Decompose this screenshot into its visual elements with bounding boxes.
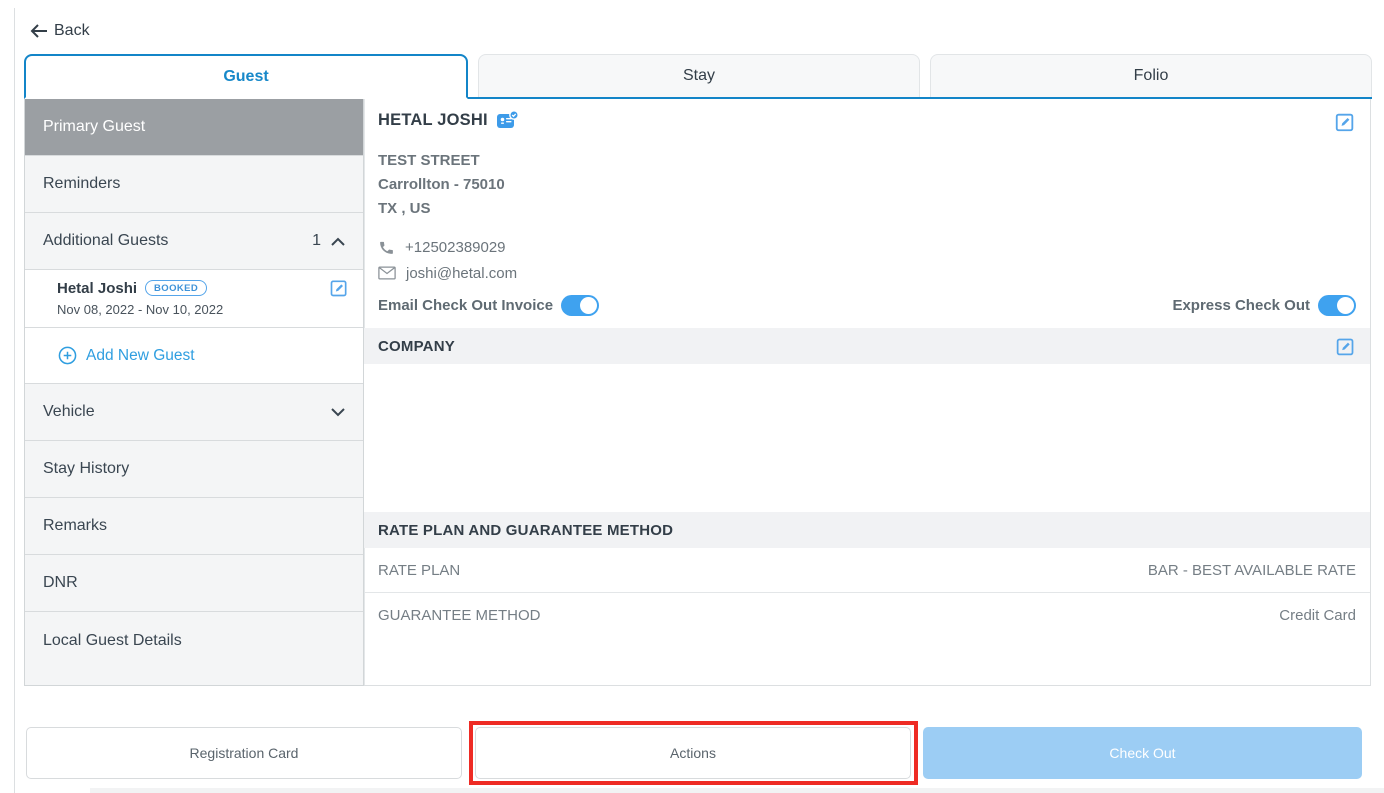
- sidebar-item-label: Local Guest Details: [43, 632, 182, 650]
- registration-card-button[interactable]: Registration Card: [26, 727, 462, 779]
- mail-icon: [378, 266, 396, 280]
- back-button[interactable]: Back: [30, 22, 90, 40]
- back-label: Back: [54, 22, 90, 40]
- email-checkout-invoice-toggle[interactable]: [561, 295, 599, 316]
- tab-guest[interactable]: Guest: [24, 54, 468, 99]
- address-line-2: Carrollton - 75010: [378, 173, 1356, 197]
- guest-profile-card-icon[interactable]: [496, 110, 520, 135]
- company-section-header: COMPANY: [364, 328, 1370, 364]
- back-arrow-icon: [30, 23, 48, 39]
- guest-phone: +12502389029: [405, 239, 506, 256]
- sidebar: Primary Guest Reminders Additional Guest…: [24, 99, 364, 686]
- sidebar-item-reminders[interactable]: Reminders: [25, 156, 363, 213]
- chevron-down-icon: [331, 408, 345, 417]
- guest-contact: +12502389029 joshi@hetal.com: [378, 234, 1356, 286]
- sidebar-item-remarks[interactable]: Remarks: [25, 498, 363, 555]
- edit-company-icon[interactable]: [1335, 336, 1356, 357]
- guarantee-method-label: GUARANTEE METHOD: [378, 607, 541, 624]
- stay-dates: Nov 08, 2022 - Nov 10, 2022: [57, 302, 349, 317]
- sidebar-item-label: Primary Guest: [43, 118, 145, 136]
- rate-plan-value: BAR - BEST AVAILABLE RATE: [1148, 562, 1356, 579]
- guest-email: joshi@hetal.com: [406, 265, 517, 282]
- email-checkout-invoice-label: Email Check Out Invoice: [378, 297, 553, 314]
- sidebar-item-label: Vehicle: [43, 403, 95, 421]
- add-new-guest-label: Add New Guest: [86, 347, 195, 365]
- sidebar-item-dnr[interactable]: DNR: [25, 555, 363, 612]
- guest-detail-panel: HETAL JOSHI: [364, 99, 1371, 686]
- company-empty-content: [364, 364, 1370, 512]
- plus-circle-icon: [58, 346, 77, 365]
- phone-icon: [378, 239, 395, 256]
- tab-folio[interactable]: Folio: [930, 54, 1372, 97]
- status-badge: BOOKED: [145, 280, 207, 296]
- guest-address: TEST STREET Carrollton - 75010 TX , US: [378, 149, 1356, 221]
- guarantee-method-row: GUARANTEE METHOD Credit Card: [364, 593, 1370, 638]
- sidebar-item-primary-guest[interactable]: Primary Guest: [25, 99, 363, 156]
- content-area: Primary Guest Reminders Additional Guest…: [24, 99, 1371, 686]
- tab-stay[interactable]: Stay: [478, 54, 920, 97]
- footer-actions: Registration Card Actions Check Out: [26, 727, 1362, 779]
- sidebar-item-label: Stay History: [43, 460, 129, 478]
- bottom-edge-strip: [90, 788, 1384, 793]
- sidebar-item-local-guest-details[interactable]: Local Guest Details: [25, 612, 363, 669]
- express-checkout-toggle[interactable]: [1318, 295, 1356, 316]
- rate-plan-row: RATE PLAN BAR - BEST AVAILABLE RATE: [364, 548, 1370, 593]
- additional-guest-row[interactable]: Hetal Joshi BOOKED Nov 08, 2022 - Nov 10…: [25, 270, 363, 328]
- sidebar-item-vehicle[interactable]: Vehicle: [25, 384, 363, 441]
- sidebar-item-additional-guests[interactable]: Additional Guests 1: [25, 213, 363, 270]
- additional-guests-count: 1: [312, 232, 321, 250]
- company-header-label: COMPANY: [378, 338, 455, 355]
- sidebar-item-label: Reminders: [43, 175, 120, 193]
- add-new-guest-button[interactable]: Add New Guest: [25, 328, 363, 384]
- address-line-1: TEST STREET: [378, 149, 1356, 173]
- guest-details-page: Back Guest Stay Folio Primary Guest Remi…: [0, 0, 1384, 793]
- edit-guest-icon[interactable]: [329, 278, 349, 298]
- address-line-3: TX , US: [378, 197, 1356, 221]
- express-checkout-label: Express Check Out: [1172, 297, 1310, 314]
- tab-bar: Guest Stay Folio: [24, 54, 1372, 99]
- edit-primary-guest-icon[interactable]: [1334, 111, 1356, 133]
- actions-button[interactable]: Actions: [475, 727, 911, 779]
- rate-plan-header-label: RATE PLAN AND GUARANTEE METHOD: [378, 522, 673, 539]
- left-divider: [14, 8, 15, 793]
- guest-name-heading: HETAL JOSHI: [378, 111, 488, 130]
- chevron-up-icon: [331, 237, 345, 246]
- sidebar-item-stay-history[interactable]: Stay History: [25, 441, 363, 498]
- sidebar-item-label: DNR: [43, 574, 78, 592]
- check-out-button[interactable]: Check Out: [923, 727, 1362, 779]
- guarantee-method-value: Credit Card: [1279, 607, 1356, 624]
- sidebar-item-label: Additional Guests: [43, 232, 168, 250]
- additional-guest-name: Hetal Joshi: [57, 280, 137, 297]
- rate-plan-section-header: RATE PLAN AND GUARANTEE METHOD: [364, 512, 1370, 548]
- rate-plan-label: RATE PLAN: [378, 562, 460, 579]
- sidebar-item-label: Remarks: [43, 517, 107, 535]
